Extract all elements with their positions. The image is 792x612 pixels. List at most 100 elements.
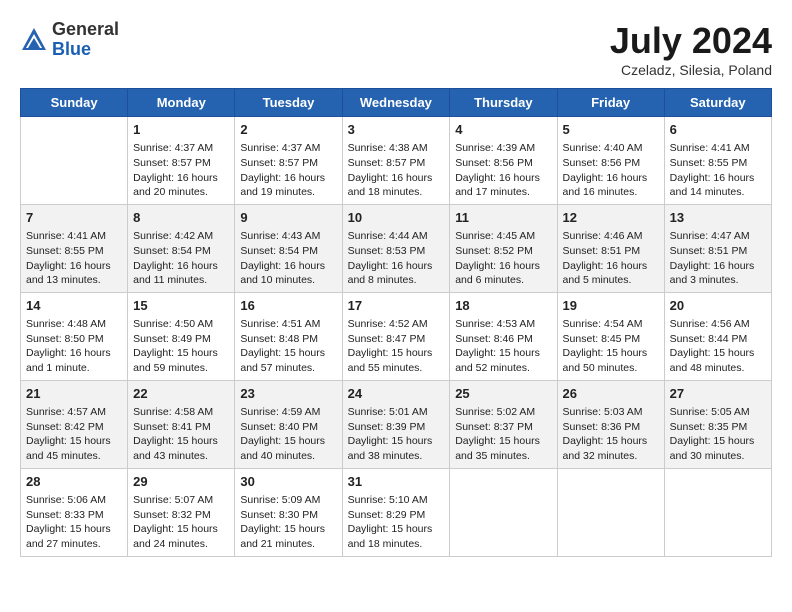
- day-number: 21: [26, 385, 122, 403]
- day-info: Sunrise: 4:51 AM Sunset: 8:48 PM Dayligh…: [240, 317, 336, 376]
- day-info: Sunrise: 4:56 AM Sunset: 8:44 PM Dayligh…: [670, 317, 766, 376]
- calendar-cell: 4 Sunrise: 4:39 AM Sunset: 8:56 PM Daylig…: [450, 117, 557, 205]
- calendar-cell: 2 Sunrise: 4:37 AM Sunset: 8:57 PM Daylig…: [235, 117, 342, 205]
- week-row-1: 1 Sunrise: 4:37 AM Sunset: 8:57 PM Daylig…: [21, 117, 772, 205]
- day-info: Sunrise: 4:37 AM Sunset: 8:57 PM Dayligh…: [133, 141, 229, 200]
- calendar-cell: 22 Sunrise: 4:58 AM Sunset: 8:41 PM Dayli…: [128, 380, 235, 468]
- day-info: Sunrise: 4:41 AM Sunset: 8:55 PM Dayligh…: [26, 229, 122, 288]
- week-row-2: 7 Sunrise: 4:41 AM Sunset: 8:55 PM Daylig…: [21, 204, 772, 292]
- calendar-cell: 29 Sunrise: 5:07 AM Sunset: 8:32 PM Dayli…: [128, 468, 235, 556]
- calendar-cell: 31 Sunrise: 5:10 AM Sunset: 8:29 PM Dayli…: [342, 468, 450, 556]
- day-info: Sunrise: 4:47 AM Sunset: 8:51 PM Dayligh…: [670, 229, 766, 288]
- calendar-cell: 7 Sunrise: 4:41 AM Sunset: 8:55 PM Daylig…: [21, 204, 128, 292]
- day-info: Sunrise: 4:46 AM Sunset: 8:51 PM Dayligh…: [563, 229, 659, 288]
- calendar-cell: 12 Sunrise: 4:46 AM Sunset: 8:51 PM Dayli…: [557, 204, 664, 292]
- day-number: 12: [563, 209, 659, 227]
- calendar-cell: 27 Sunrise: 5:05 AM Sunset: 8:35 PM Dayli…: [664, 380, 771, 468]
- title-block: July 2024 Czeladz, Silesia, Poland: [610, 20, 772, 78]
- month-title: July 2024: [610, 20, 772, 62]
- day-number: 29: [133, 473, 229, 491]
- day-info: Sunrise: 5:07 AM Sunset: 8:32 PM Dayligh…: [133, 493, 229, 552]
- col-header-sunday: Sunday: [21, 89, 128, 117]
- day-number: 26: [563, 385, 659, 403]
- day-number: 8: [133, 209, 229, 227]
- calendar-cell: 14 Sunrise: 4:48 AM Sunset: 8:50 PM Dayli…: [21, 292, 128, 380]
- day-number: 6: [670, 121, 766, 139]
- day-number: 28: [26, 473, 122, 491]
- day-number: 24: [348, 385, 445, 403]
- day-number: 3: [348, 121, 445, 139]
- day-info: Sunrise: 4:41 AM Sunset: 8:55 PM Dayligh…: [670, 141, 766, 200]
- week-row-5: 28Sunrise: 5:06 AM Sunset: 8:33 PM Dayli…: [21, 468, 772, 556]
- day-info: Sunrise: 5:02 AM Sunset: 8:37 PM Dayligh…: [455, 405, 551, 464]
- day-info: Sunrise: 4:50 AM Sunset: 8:49 PM Dayligh…: [133, 317, 229, 376]
- day-number: 18: [455, 297, 551, 315]
- header-row: SundayMondayTuesdayWednesdayThursdayFrid…: [21, 89, 772, 117]
- calendar-cell: [557, 468, 664, 556]
- calendar-cell: 13 Sunrise: 4:47 AM Sunset: 8:51 PM Dayli…: [664, 204, 771, 292]
- day-number: 22: [133, 385, 229, 403]
- calendar-cell: 30Sunrise: 5:09 AM Sunset: 8:30 PM Dayli…: [235, 468, 342, 556]
- day-info: Sunrise: 4:58 AM Sunset: 8:41 PM Dayligh…: [133, 405, 229, 464]
- logo-icon: [20, 26, 48, 54]
- location-text: Czeladz, Silesia, Poland: [610, 62, 772, 78]
- day-info: Sunrise: 4:40 AM Sunset: 8:56 PM Dayligh…: [563, 141, 659, 200]
- calendar-cell: 18Sunrise: 4:53 AM Sunset: 8:46 PM Dayli…: [450, 292, 557, 380]
- day-number: 20: [670, 297, 766, 315]
- col-header-thursday: Thursday: [450, 89, 557, 117]
- day-number: 13: [670, 209, 766, 227]
- calendar-table: SundayMondayTuesdayWednesdayThursdayFrid…: [20, 88, 772, 557]
- calendar-cell: 19Sunrise: 4:54 AM Sunset: 8:45 PM Dayli…: [557, 292, 664, 380]
- day-number: 14: [26, 297, 122, 315]
- day-number: 15: [133, 297, 229, 315]
- week-row-3: 14 Sunrise: 4:48 AM Sunset: 8:50 PM Dayli…: [21, 292, 772, 380]
- calendar-cell: 21 Sunrise: 4:57 AM Sunset: 8:42 PM Dayli…: [21, 380, 128, 468]
- day-number: 7: [26, 209, 122, 227]
- calendar-cell: 24 Sunrise: 5:01 AM Sunset: 8:39 PM Dayli…: [342, 380, 450, 468]
- day-info: Sunrise: 5:03 AM Sunset: 8:36 PM Dayligh…: [563, 405, 659, 464]
- calendar-cell: 23 Sunrise: 4:59 AM Sunset: 8:40 PM Dayli…: [235, 380, 342, 468]
- day-number: 17: [348, 297, 445, 315]
- day-number: 4: [455, 121, 551, 139]
- logo: General Blue: [20, 20, 119, 60]
- col-header-tuesday: Tuesday: [235, 89, 342, 117]
- calendar-cell: 8Sunrise: 4:42 AM Sunset: 8:54 PM Daylig…: [128, 204, 235, 292]
- logo-general-text: General: [52, 19, 119, 39]
- page-header: General Blue July 2024 Czeladz, Silesia,…: [20, 20, 772, 78]
- day-info: Sunrise: 4:43 AM Sunset: 8:54 PM Dayligh…: [240, 229, 336, 288]
- logo-blue-text: Blue: [52, 39, 91, 59]
- day-number: 27: [670, 385, 766, 403]
- day-number: 9: [240, 209, 336, 227]
- calendar-cell: [664, 468, 771, 556]
- day-info: Sunrise: 4:57 AM Sunset: 8:42 PM Dayligh…: [26, 405, 122, 464]
- day-number: 5: [563, 121, 659, 139]
- day-info: Sunrise: 5:01 AM Sunset: 8:39 PM Dayligh…: [348, 405, 445, 464]
- day-info: Sunrise: 4:37 AM Sunset: 8:57 PM Dayligh…: [240, 141, 336, 200]
- day-info: Sunrise: 4:44 AM Sunset: 8:53 PM Dayligh…: [348, 229, 445, 288]
- day-number: 30: [240, 473, 336, 491]
- day-info: Sunrise: 5:05 AM Sunset: 8:35 PM Dayligh…: [670, 405, 766, 464]
- calendar-cell: 9 Sunrise: 4:43 AM Sunset: 8:54 PM Daylig…: [235, 204, 342, 292]
- day-number: 1: [133, 121, 229, 139]
- calendar-cell: 1 Sunrise: 4:37 AM Sunset: 8:57 PM Daylig…: [128, 117, 235, 205]
- calendar-cell: [450, 468, 557, 556]
- day-info: Sunrise: 5:10 AM Sunset: 8:29 PM Dayligh…: [348, 493, 445, 552]
- day-info: Sunrise: 4:45 AM Sunset: 8:52 PM Dayligh…: [455, 229, 551, 288]
- day-number: 23: [240, 385, 336, 403]
- col-header-monday: Monday: [128, 89, 235, 117]
- calendar-cell: 11Sunrise: 4:45 AM Sunset: 8:52 PM Dayli…: [450, 204, 557, 292]
- calendar-cell: 10 Sunrise: 4:44 AM Sunset: 8:53 PM Dayli…: [342, 204, 450, 292]
- calendar-cell: 26 Sunrise: 5:03 AM Sunset: 8:36 PM Dayli…: [557, 380, 664, 468]
- day-info: Sunrise: 4:39 AM Sunset: 8:56 PM Dayligh…: [455, 141, 551, 200]
- day-info: Sunrise: 4:48 AM Sunset: 8:50 PM Dayligh…: [26, 317, 122, 376]
- day-number: 10: [348, 209, 445, 227]
- week-row-4: 21 Sunrise: 4:57 AM Sunset: 8:42 PM Dayli…: [21, 380, 772, 468]
- col-header-friday: Friday: [557, 89, 664, 117]
- day-number: 16: [240, 297, 336, 315]
- day-number: 31: [348, 473, 445, 491]
- day-number: 2: [240, 121, 336, 139]
- calendar-cell: 28Sunrise: 5:06 AM Sunset: 8:33 PM Dayli…: [21, 468, 128, 556]
- calendar-cell: 25Sunrise: 5:02 AM Sunset: 8:37 PM Dayli…: [450, 380, 557, 468]
- calendar-cell: 3Sunrise: 4:38 AM Sunset: 8:57 PM Daylig…: [342, 117, 450, 205]
- day-info: Sunrise: 4:59 AM Sunset: 8:40 PM Dayligh…: [240, 405, 336, 464]
